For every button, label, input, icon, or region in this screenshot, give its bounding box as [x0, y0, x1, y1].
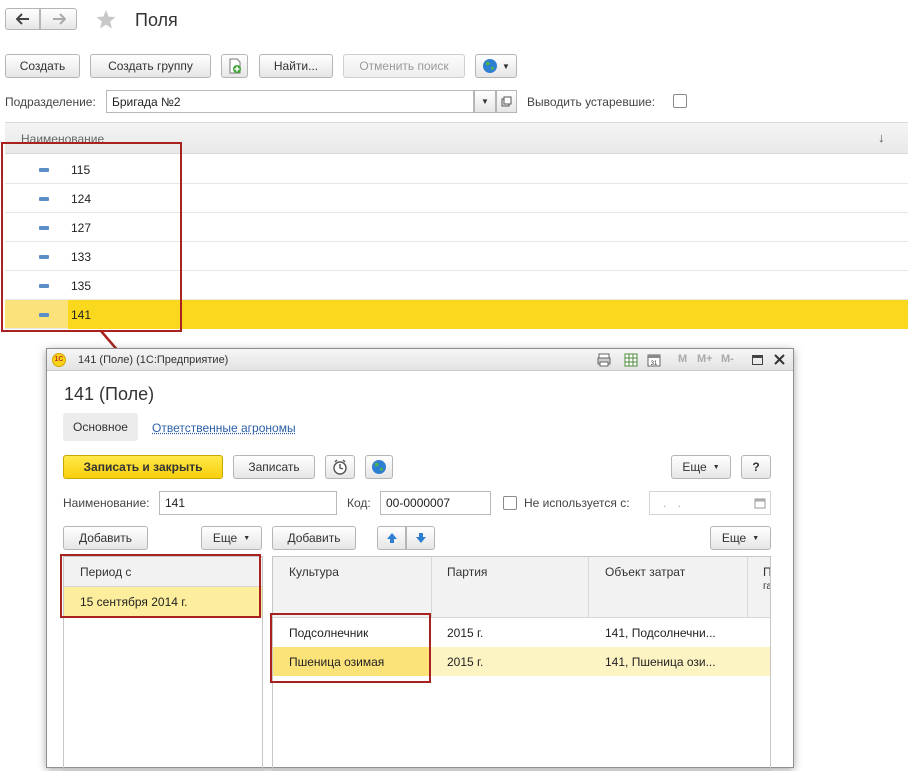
document-add-icon [228, 58, 242, 74]
column-divider [431, 557, 432, 618]
date-placeholder: . . [663, 496, 685, 510]
show-outdated-label: Выводить устаревшие: [527, 95, 655, 109]
sort-icon[interactable]: ↓ [878, 130, 885, 145]
move-up-button[interactable] [377, 526, 406, 550]
chevron-down-icon: ▼ [243, 535, 250, 542]
name-field[interactable]: 141 [159, 491, 337, 515]
column-divider [588, 557, 589, 618]
tab-main[interactable]: Основное [63, 413, 138, 441]
more-label: Еще [213, 531, 237, 545]
move-down-button[interactable] [406, 526, 435, 550]
close-icon[interactable] [774, 354, 785, 365]
globe-icon [371, 459, 387, 475]
window-titlebar: 1C 141 (Поле) (1С:Предприятие) 31 M M+ M… [47, 349, 793, 371]
spreadsheet-icon[interactable] [624, 353, 638, 367]
create-button[interactable]: Создать [5, 54, 80, 78]
page-title: Поля [135, 10, 178, 31]
division-label: Подразделение: [5, 95, 96, 109]
cost-object-column-header[interactable]: Объект затрат [605, 565, 685, 579]
highlight-box [60, 554, 261, 618]
memory-minus-button[interactable]: M- [721, 353, 734, 365]
batch-column-header[interactable]: Партия [447, 565, 487, 579]
save-button[interactable]: Записать [233, 455, 315, 479]
arrow-right-icon [52, 13, 66, 25]
cost-object-cell: 141, Подсолнечни... [605, 626, 716, 640]
more-button[interactable]: Еще ▼ [671, 455, 731, 479]
chevron-down-icon: ▼ [752, 535, 759, 542]
arrow-down-icon [415, 532, 427, 544]
svg-text:31: 31 [651, 361, 658, 367]
clock-icon [332, 459, 348, 475]
not-used-date-field[interactable]: . . [649, 491, 771, 515]
window-caption: 141 (Поле) (1С:Предприятие) [78, 354, 228, 366]
calendar-icon[interactable]: 31 [647, 353, 661, 367]
create-group-button[interactable]: Создать группу [90, 54, 211, 78]
find-button[interactable]: Найти... [259, 54, 333, 78]
app-logo-icon: 1C [52, 353, 66, 367]
right-add-button[interactable]: Добавить [272, 526, 356, 550]
print-icon[interactable] [597, 353, 611, 367]
not-used-checkbox[interactable] [503, 496, 517, 510]
extra-column-header-unit: га [763, 581, 771, 592]
highlight-box [270, 613, 431, 683]
cancel-search-button[interactable]: Отменить поиск [343, 54, 465, 78]
extra-column-header[interactable]: П [763, 565, 771, 579]
copy-button[interactable] [221, 54, 248, 78]
arrow-left-icon [16, 13, 30, 25]
code-label: Код: [347, 496, 371, 510]
crops-table-header: Культура Партия Объект затрат П га [273, 557, 771, 618]
window-title: 141 (Поле) [64, 384, 154, 405]
batch-cell: 2015 г. [447, 655, 483, 669]
division-dropdown-button[interactable]: ▼ [474, 90, 496, 113]
batch-cell: 2015 г. [447, 626, 483, 640]
memory-plus-button[interactable]: M+ [697, 353, 713, 365]
culture-column-header[interactable]: Культура [289, 565, 339, 579]
arrow-up-icon [386, 532, 398, 544]
show-outdated-checkbox[interactable] [673, 94, 687, 108]
maximize-icon[interactable] [752, 355, 763, 365]
cost-object-cell: 141, Пшеница ози... [605, 655, 716, 669]
more-label: Еще [722, 531, 746, 545]
history-button[interactable] [325, 455, 355, 479]
division-open-button[interactable] [496, 90, 517, 113]
back-button[interactable] [5, 8, 40, 30]
globe-menu-button[interactable]: ▼ [475, 54, 517, 78]
right-more-button[interactable]: Еще ▼ [710, 526, 771, 550]
highlight-box [1, 142, 182, 332]
not-used-label: Не используется с: [524, 496, 630, 510]
left-more-button[interactable]: Еще ▼ [201, 526, 262, 550]
save-and-close-button[interactable]: Записать и закрыть [63, 455, 223, 479]
globe-button[interactable] [365, 455, 393, 479]
memory-m-button[interactable]: M [678, 353, 687, 365]
chevron-down-icon: ▼ [713, 464, 720, 471]
globe-icon [482, 58, 498, 74]
more-label: Еще [682, 460, 706, 474]
selected-cell-highlight [68, 300, 908, 329]
left-add-button[interactable]: Добавить [63, 526, 148, 550]
tab-agronomists[interactable]: Ответственные агрономы [152, 421, 296, 435]
help-button[interactable]: ? [741, 455, 771, 479]
forward-button[interactable] [40, 8, 77, 30]
open-icon [501, 96, 512, 107]
star-icon[interactable] [95, 9, 117, 30]
calendar-icon[interactable] [754, 497, 766, 509]
chevron-down-icon: ▼ [502, 62, 510, 71]
code-field[interactable]: 00-0000007 [380, 491, 491, 515]
division-field[interactable]: Бригада №2 [106, 90, 474, 113]
name-label: Наименование: [63, 496, 150, 510]
chevron-down-icon: ▼ [481, 97, 489, 106]
column-divider [747, 557, 748, 618]
